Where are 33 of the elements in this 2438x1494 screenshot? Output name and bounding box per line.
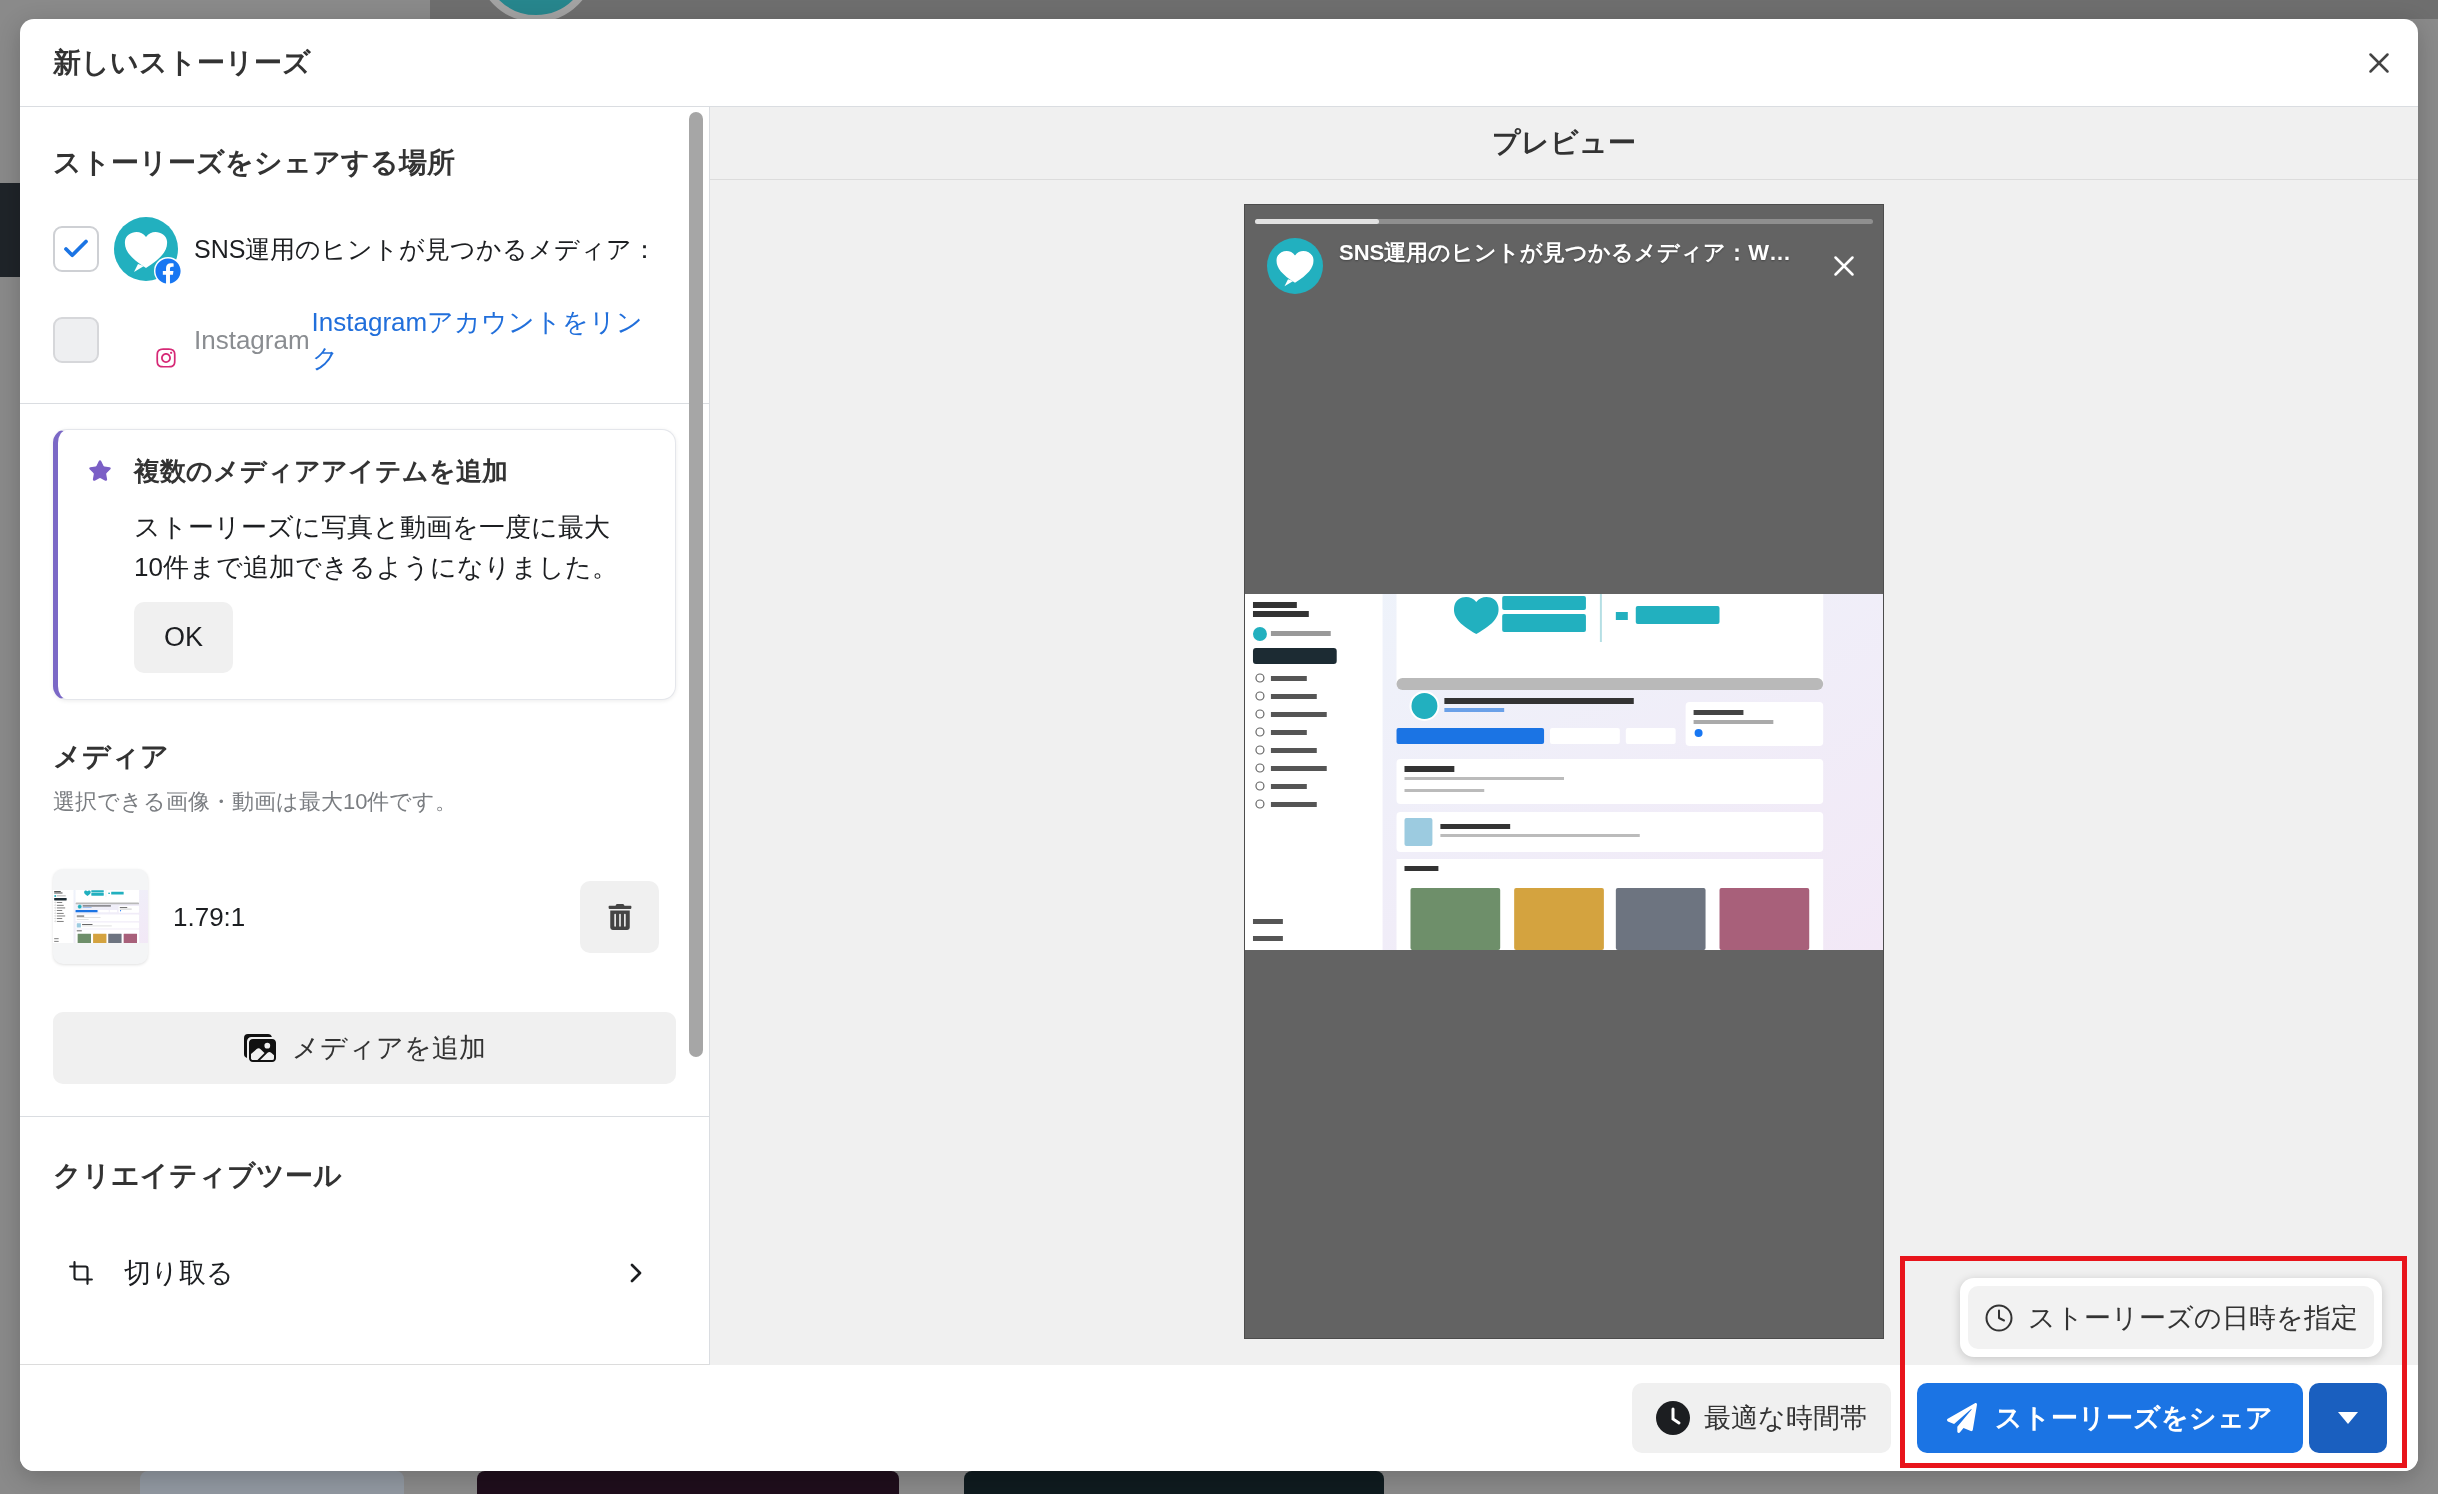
media-hint: 選択できる画像・動画は最大10件です。 <box>53 788 459 816</box>
account-label: Instagram <box>194 324 310 357</box>
notice-text: ストーリーズに写真と動画を一度に最大10件まで追加できるようになりました。 <box>134 511 619 584</box>
instagram-icon <box>154 346 178 370</box>
crop-icon <box>68 1260 94 1286</box>
scrollbar-thumb[interactable] <box>689 112 703 1057</box>
clock-icon <box>1656 1401 1690 1435</box>
account-label: SNS運用のヒントが見つかるメディア： <box>194 234 658 265</box>
tool-item[interactable]: 切り取る <box>53 1238 676 1308</box>
clock-icon <box>1984 1302 2014 1333</box>
aspect-ratio-label: 1.79:1 <box>173 900 247 934</box>
best-time-button[interactable]: 最適な時間帯 <box>1632 1383 1891 1453</box>
section-heading: クリエイティブツール <box>53 1159 343 1193</box>
add-media-button[interactable]: メディアを追加 <box>53 1012 676 1084</box>
section-heading: メディア <box>53 740 170 774</box>
dialog-title: 新しいストーリーズ <box>53 45 311 80</box>
caret-down-icon <box>2337 1411 2359 1425</box>
paper-plane-icon <box>1947 1403 1977 1433</box>
heart-logo-icon <box>1267 238 1323 294</box>
share-button[interactable]: ストーリーズをシェア <box>1917 1383 2303 1453</box>
dropdown-button[interactable] <box>2309 1383 2387 1453</box>
story-account-name: SNS運用のヒントが見つかるメディア：W… <box>1339 239 1792 267</box>
facebook-icon <box>154 257 182 285</box>
media-thumbnail[interactable] <box>53 869 148 964</box>
preview-title: プレビュー <box>1492 126 1636 160</box>
notice-title: 複数のメディアアイテムを追加 <box>134 455 508 487</box>
ok-button[interactable]: OK <box>134 602 233 673</box>
section-heading: ストーリーズをシェアする場所 <box>53 146 456 180</box>
images-icon <box>243 1032 276 1064</box>
delete-button[interactable] <box>580 880 659 953</box>
checkbox[interactable] <box>53 226 99 272</box>
trash-icon <box>606 903 633 930</box>
schedule-menu-item[interactable]: ストーリーズの日時を指定 <box>1968 1286 2374 1349</box>
